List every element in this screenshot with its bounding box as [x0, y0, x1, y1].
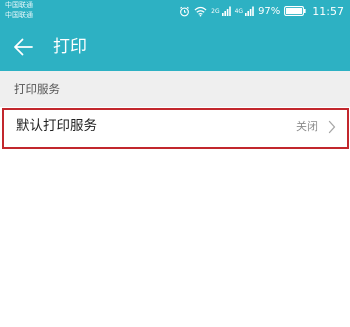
sim2-tag: 4G — [234, 7, 244, 15]
toolbar: 打印 — [0, 24, 350, 71]
section-header-label: 打印服务 — [14, 82, 60, 96]
carrier-info: 中国联通 中国联通 — [5, 0, 33, 20]
wifi-icon — [194, 6, 207, 17]
carrier-label-1: 中国联通 — [5, 1, 33, 9]
list-item-value: 关闭 — [296, 120, 318, 133]
list-item-label: 默认打印服务 — [16, 118, 97, 134]
status-bar: 中国联通 中国联通 2G 4G 97% 11:57 — [0, 0, 350, 24]
app-bar: 中国联通 中国联通 2G 4G 97% 11:57 打印 — [0, 0, 350, 71]
battery-percent: 97% — [258, 5, 281, 17]
clock: 11:57 — [312, 4, 344, 18]
chevron-right-icon — [328, 120, 336, 134]
signal-icon — [221, 6, 231, 16]
page-title: 打印 — [53, 37, 87, 57]
status-icons: 2G 4G 97% 11:57 — [179, 3, 344, 19]
section-header: 打印服务 — [0, 71, 350, 107]
battery-icon — [284, 6, 306, 16]
default-print-service-item[interactable]: 默认打印服务 关闭 — [0, 107, 350, 147]
arrow-left-icon — [14, 38, 33, 56]
sim1-tag: 2G — [211, 7, 220, 15]
signal-icon — [245, 6, 254, 16]
carrier-label-2: 中国联通 — [5, 11, 33, 19]
back-button[interactable] — [10, 34, 36, 60]
alarm-icon — [179, 6, 190, 17]
